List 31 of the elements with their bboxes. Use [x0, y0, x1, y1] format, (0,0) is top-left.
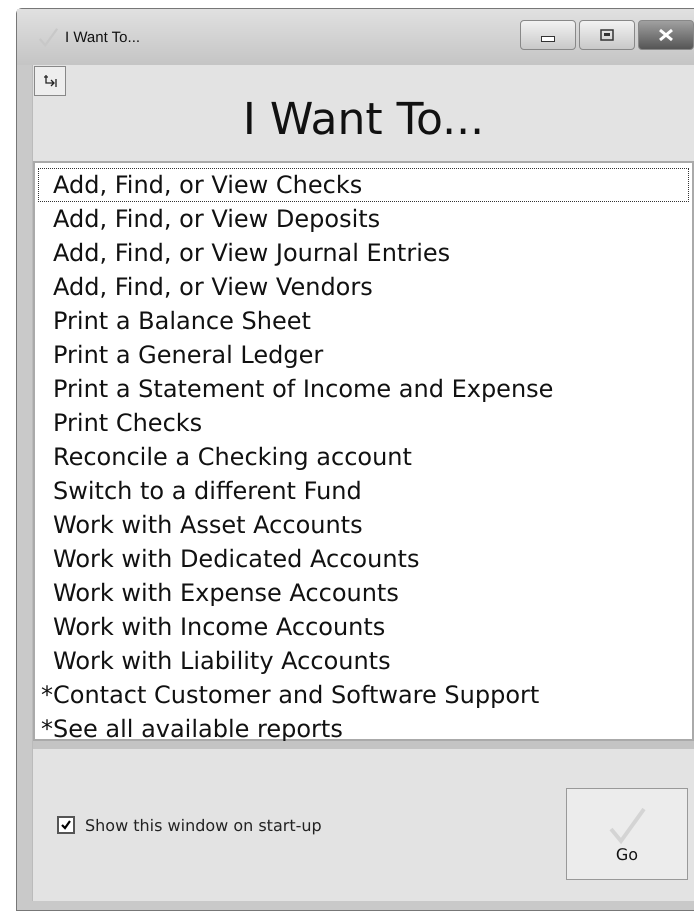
list-item[interactable]: Work with Asset Accounts — [38, 508, 689, 542]
list-item[interactable]: Print a General Ledger — [38, 338, 689, 372]
checkmark-icon — [60, 819, 72, 831]
close-button[interactable] — [638, 20, 694, 50]
maximize-button[interactable] — [579, 20, 635, 50]
minimize-icon — [541, 36, 555, 42]
list-item[interactable]: Work with Income Accounts — [38, 610, 689, 644]
list-item[interactable]: Add, Find, or View Vendors — [38, 270, 689, 304]
minimize-button[interactable] — [520, 20, 576, 50]
list-item[interactable]: Print Checks — [38, 406, 689, 440]
list-item[interactable]: Work with Liability Accounts — [38, 644, 689, 678]
list-item[interactable]: Print a Statement of Income and Expense — [38, 372, 689, 406]
maximize-icon — [599, 28, 615, 42]
list-item[interactable]: Work with Expense Accounts — [38, 576, 689, 610]
dialog-heading: I Want To... — [242, 94, 484, 144]
checkbox-label: Show this window on start-up — [85, 816, 322, 834]
list-item[interactable]: Work with Dedicated Accounts — [38, 542, 689, 576]
list-item[interactable]: Print a Balance Sheet — [38, 304, 689, 338]
list-item[interactable]: *See all available reports — [38, 712, 689, 746]
list-item[interactable]: Add, Find, or View Deposits — [38, 202, 689, 236]
list-item[interactable]: Switch to a different Fund — [38, 474, 689, 508]
list-item[interactable]: Reconcile a Checking account — [38, 440, 689, 474]
list-item[interactable]: *Contact Customer and Software Support — [38, 678, 689, 712]
window-title: I Want To... — [65, 28, 140, 46]
checkbox[interactable] — [57, 816, 75, 834]
list-item[interactable]: Add, Find, or View Checks — [38, 168, 689, 202]
go-button[interactable]: Go — [566, 788, 688, 880]
resize-button[interactable] — [34, 66, 66, 96]
list-item[interactable]: Add, Find, or View Journal Entries — [38, 236, 689, 270]
resize-icon — [42, 73, 58, 89]
close-icon — [656, 28, 676, 42]
